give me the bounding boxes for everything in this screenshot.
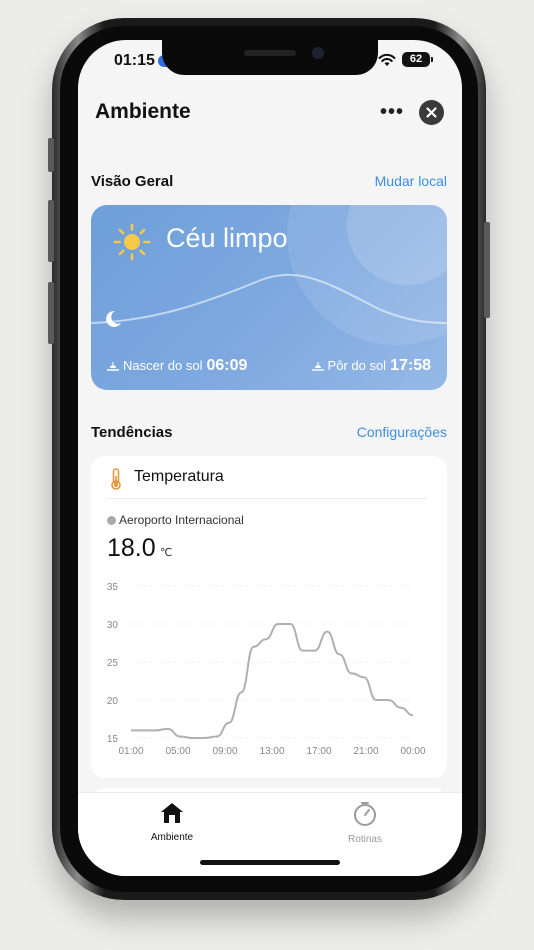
chart-x-tick-label: 13:00: [259, 746, 284, 757]
chart-x-tick-label: 21:00: [353, 746, 378, 757]
trends-section-header: Tendências Configurações: [91, 424, 447, 446]
sunrise-icon: [107, 361, 119, 371]
sun-icon: [113, 223, 151, 261]
trends-settings-link[interactable]: Configurações: [357, 424, 447, 440]
close-button[interactable]: [419, 100, 444, 125]
sun-path-arc: [91, 273, 447, 324]
weather-condition: Céu limpo: [166, 223, 288, 253]
weather-card[interactable]: Céu limpo Nascer do sol 06:09 Pôr do sol 1…: [91, 205, 447, 390]
side-button-power: [484, 222, 490, 318]
overview-section-header: Visão Geral Mudar local: [91, 173, 447, 195]
side-button-volume-down: [48, 282, 54, 344]
tab-ambiente-label: Ambiente: [150, 832, 194, 843]
timer-icon: [354, 802, 376, 826]
speaker-grille: [244, 50, 296, 56]
app-screen: 01:15 62 Ambiente ••• Visão Geral Mudar …: [78, 40, 462, 876]
temperature-source: Aeroporto Internacional: [119, 513, 244, 527]
sunset-info: Pôr do sol 17:58: [311, 357, 431, 375]
temperature-unit: ℃: [160, 547, 173, 559]
temperature-title: Temperatura: [134, 468, 224, 485]
side-button-mute: [48, 138, 54, 172]
chart-y-tick-label: 30: [107, 620, 119, 631]
chart-x-tick-label: 05:00: [165, 746, 190, 757]
chart-y-tick-label: 20: [107, 696, 119, 707]
status-time: 01:15: [114, 52, 155, 69]
overview-label: Visão Geral: [91, 173, 174, 190]
side-button-volume-up: [48, 200, 54, 262]
moon-icon: [106, 310, 121, 327]
temperature-value: 18.0: [107, 534, 156, 562]
home-indicator: [200, 860, 340, 865]
chart-y-tick-label: 35: [107, 582, 119, 593]
app-header: Ambiente •••: [78, 96, 462, 132]
chart-x-tick-label: 00:00: [400, 746, 425, 757]
wifi-icon: [378, 53, 396, 66]
sunrise-info: Nascer do sol 06:09: [107, 357, 247, 375]
thermometer-icon: [111, 468, 121, 490]
change-location-link[interactable]: Mudar local: [375, 173, 447, 189]
close-icon: [426, 107, 437, 118]
tab-rotinas-label: Rotinas: [348, 834, 382, 845]
tab-rotinas[interactable]: Rotinas: [305, 801, 425, 845]
temperature-chart[interactable]: 15 20 25 30 35 01:00 05:00 09:00 13:00 17:00 21:00…: [91, 570, 447, 770]
tab-ambiente[interactable]: Ambiente: [112, 801, 232, 843]
chart-x-tick-label: 09:00: [212, 746, 237, 757]
chart-x-tick-label: 01:00: [118, 746, 143, 757]
chart-x-tick-label: 17:00: [306, 746, 331, 757]
battery-indicator: 62: [402, 52, 433, 67]
temperature-card[interactable]: Temperatura Aeroporto Internacional 18.0…: [91, 456, 447, 778]
notch: [162, 40, 378, 75]
page-title: Ambiente: [95, 100, 191, 123]
home-icon: [161, 803, 183, 823]
chart-y-tick-label: 25: [107, 658, 119, 669]
sunset-icon: [311, 361, 324, 371]
sunrise-time: 06:09: [206, 357, 248, 374]
chart-y-tick-label: 15: [107, 734, 119, 745]
sunrise-label: Nascer do sol: [123, 358, 203, 373]
sunset-time: 17:58: [390, 357, 431, 374]
front-camera: [312, 47, 324, 59]
more-options-icon[interactable]: •••: [380, 102, 404, 122]
sunset-label: Pôr do sol: [327, 358, 387, 373]
source-dot: [107, 516, 116, 525]
chart-series-line: [131, 623, 414, 739]
trends-label: Tendências: [91, 424, 173, 441]
card-divider: [107, 498, 427, 499]
